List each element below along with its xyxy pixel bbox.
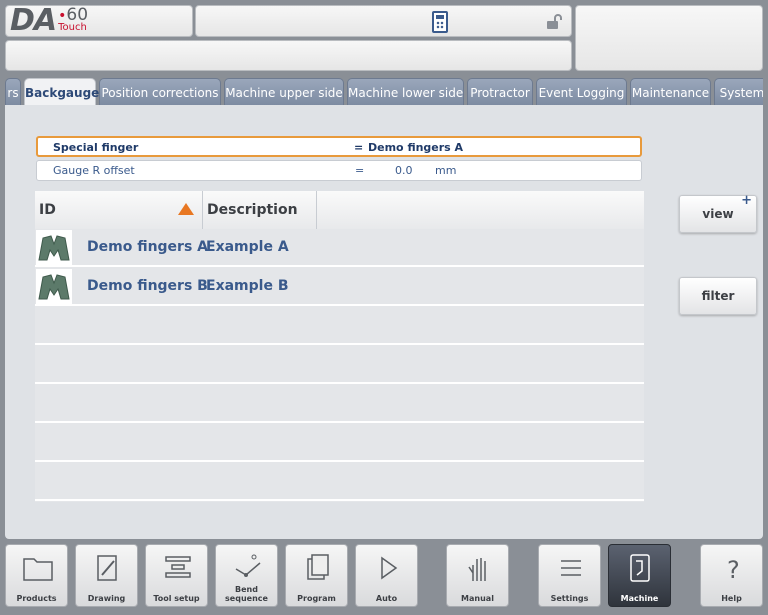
unlock-icon[interactable] <box>546 14 564 30</box>
tab-maintenance[interactable]: Maintenance <box>630 78 711 106</box>
row-description: Example B <box>206 278 289 294</box>
param-value: Demo fingers A <box>368 141 464 154</box>
column-header-empty <box>317 191 644 229</box>
table-row[interactable]: Demo fingers A Example A <box>35 229 644 267</box>
tab-event-logging[interactable]: Event Logging <box>536 78 627 106</box>
top-status-bar <box>195 5 572 37</box>
nav-bend-sequence[interactable]: Bend sequence <box>215 544 278 607</box>
column-header-description[interactable]: Description <box>203 191 317 229</box>
message-bar <box>5 40 572 71</box>
play-icon <box>381 556 398 580</box>
logo-edition: Touch <box>58 21 87 33</box>
machine-icon <box>630 554 650 582</box>
nav-label: Products <box>16 594 57 603</box>
finger-thumbnail-icon <box>36 230 72 266</box>
tab-machine-upper-side[interactable]: Machine upper side <box>224 78 344 106</box>
nav-label: Program <box>297 594 336 603</box>
hand-icon <box>468 558 486 581</box>
tab-bar: rs Backgauge Position corrections Machin… <box>5 78 763 106</box>
logo-brand: DA <box>10 3 57 38</box>
question-mark-icon: ? <box>727 556 740 583</box>
nav-label: Auto <box>375 594 398 603</box>
tab-protractor[interactable]: Protractor <box>467 78 533 106</box>
tab-position-corrections[interactable]: Position corrections <box>99 78 221 106</box>
table-row[interactable]: Demo fingers B Example B <box>35 268 644 306</box>
top-right-panel <box>575 5 763 71</box>
param-label: Special finger <box>53 141 139 154</box>
svg-text:?: ? <box>727 556 740 583</box>
table-row-empty <box>35 307 644 345</box>
param-label: Gauge R offset <box>53 164 135 177</box>
nav-auto[interactable]: Auto <box>355 544 418 607</box>
table-row-empty <box>35 424 644 462</box>
program-pages-icon <box>307 554 329 580</box>
nav-drawing[interactable]: Drawing <box>75 544 138 607</box>
settings-list-icon <box>561 560 581 576</box>
tool-setup-icon <box>165 556 191 578</box>
nav-label: Drawing <box>87 594 126 603</box>
tab-prev-partial[interactable]: rs <box>5 78 21 106</box>
nav-label: Manual <box>461 594 494 603</box>
param-equals: = <box>355 164 365 177</box>
table-row-empty <box>35 385 644 423</box>
nav-help[interactable]: ? Help <box>700 544 763 607</box>
nav-label: Machine <box>620 594 659 603</box>
table-row-empty <box>35 346 644 384</box>
tab-system[interactable]: System <box>714 78 763 106</box>
filter-button[interactable]: filter <box>679 277 757 315</box>
param-gauge-r-offset[interactable]: Gauge R offset = 0.0 mm <box>36 160 642 181</box>
nav-manual[interactable]: Manual <box>446 544 509 607</box>
tab-machine-lower-side[interactable]: Machine lower side <box>347 78 464 106</box>
calculator-icon[interactable] <box>432 11 448 33</box>
drawing-pencil-icon <box>97 555 117 581</box>
nav-label: Bend sequence <box>225 585 268 603</box>
nav-program[interactable]: Program <box>285 544 348 607</box>
row-id: Demo fingers B <box>87 278 208 294</box>
table-row-empty <box>35 463 644 501</box>
row-description: Example A <box>206 239 289 255</box>
sort-ascending-icon <box>178 203 194 215</box>
nav-settings[interactable]: Settings <box>538 544 601 607</box>
nav-tool-setup[interactable]: Tool setup <box>145 544 208 607</box>
brand-logo: DA •60 Touch <box>5 5 193 37</box>
folder-icon <box>23 558 53 581</box>
row-id: Demo fingers A <box>87 239 209 255</box>
view-button[interactable]: view + <box>679 193 757 233</box>
bend-sequence-icon <box>235 554 261 577</box>
finger-thumbnail-icon <box>36 269 72 305</box>
param-value: 0.0 <box>395 164 413 177</box>
nav-label: Help <box>721 594 742 603</box>
param-equals: = <box>354 141 364 154</box>
nav-products[interactable]: Products <box>5 544 68 607</box>
param-unit: mm <box>435 164 457 177</box>
plus-icon: + <box>741 193 752 208</box>
param-special-finger[interactable]: Special finger = Demo fingers A <box>36 136 642 157</box>
finger-table: ID Description Demo fingers A Example A … <box>35 191 644 502</box>
tab-backgauge[interactable]: Backgauge <box>24 78 99 106</box>
column-header-id[interactable]: ID <box>35 191 203 229</box>
nav-label: Settings <box>550 594 589 603</box>
nav-machine[interactable]: Machine <box>608 544 671 607</box>
nav-label: Tool setup <box>153 594 200 603</box>
